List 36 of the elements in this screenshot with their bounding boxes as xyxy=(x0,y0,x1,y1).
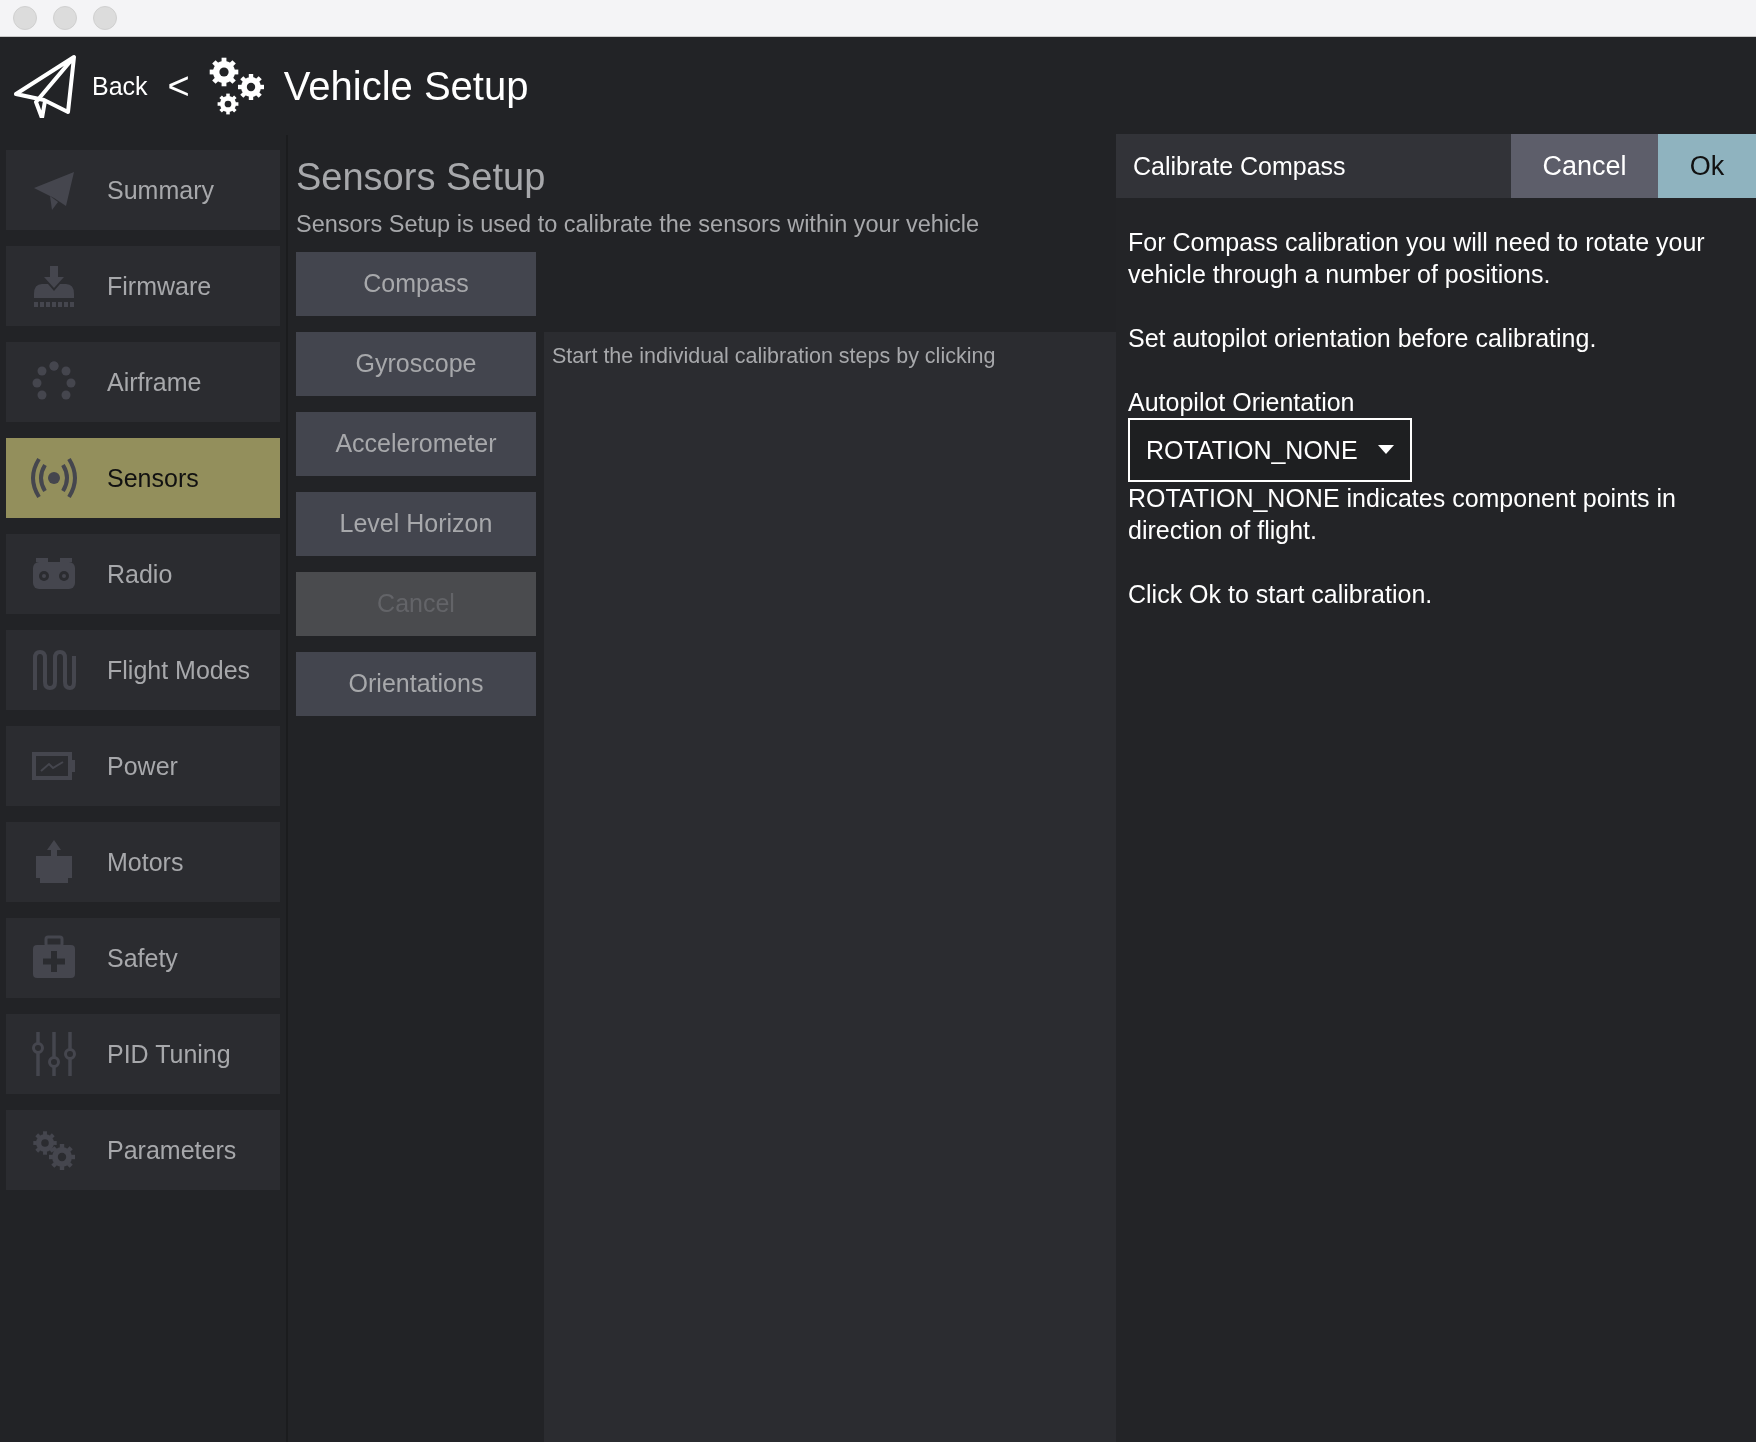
sidebar-item[interactable]: Sensors xyxy=(6,438,280,518)
cancel-button[interactable]: Cancel xyxy=(1511,134,1658,198)
paper-plane-icon xyxy=(12,54,78,118)
sidebar-item[interactable]: Firmware xyxy=(6,246,280,326)
dialog-title: Calibrate Compass xyxy=(1132,150,1347,182)
sidebar-item[interactable]: Power xyxy=(6,726,280,806)
sidebar-item[interactable]: Summary xyxy=(6,150,280,230)
calibration-button[interactable]: Accelerometer xyxy=(296,411,536,476)
section-title: Sensors Setup xyxy=(296,155,547,200)
ok-button[interactable]: Ok xyxy=(1658,134,1756,198)
breadcrumb-separator: < xyxy=(167,64,190,108)
calibration-button[interactable]: Compass xyxy=(296,251,536,316)
orientation-note: ROTATION_NONE indicates component points in direction of flight. xyxy=(1128,483,1677,546)
sidebar-item[interactable]: Radio xyxy=(6,534,280,614)
sidebar-item[interactable]: Parameters xyxy=(6,1110,280,1190)
dropdown-caret-icon xyxy=(1377,445,1394,455)
window-control-button[interactable] xyxy=(53,6,77,30)
calibration-button[interactable]: Orientations xyxy=(296,651,536,716)
orientation-label: Autopilot Orientation xyxy=(1128,387,1356,418)
window-control-button[interactable] xyxy=(13,6,37,30)
dialog-intro: For Compass calibration you will need to rotate your vehicle through a number of positions. xyxy=(1128,227,1706,290)
dialog-footer: Click Ok to start calibration. xyxy=(1128,578,1746,610)
calibration-button[interactable]: Level Horizon xyxy=(296,491,536,556)
back-button[interactable]: Back xyxy=(12,54,148,118)
dialog-instruction: Set autopilot orientation before calibrating. xyxy=(1128,323,1598,354)
orientation-dropdown[interactable]: ROTATION_NONE xyxy=(1128,418,1412,482)
calibration-button[interactable]: Gyroscope xyxy=(296,331,536,396)
sidebar-item[interactable]: Motors xyxy=(6,822,280,902)
page-title: Vehicle Setup xyxy=(283,63,529,109)
sidebar-item[interactable]: Safety xyxy=(6,918,280,998)
section-description: Sensors Setup is used to calibrate the sensors within your vehicle xyxy=(296,210,981,238)
status-text: Start the individual calibration steps by clicking xyxy=(552,343,997,369)
sidebar-item[interactable]: Airframe xyxy=(6,342,280,422)
sidebar-item[interactable]: PID Tuning xyxy=(6,1014,280,1094)
sidebar-item[interactable]: Flight Modes xyxy=(6,630,280,710)
window-control-button[interactable] xyxy=(93,6,117,30)
